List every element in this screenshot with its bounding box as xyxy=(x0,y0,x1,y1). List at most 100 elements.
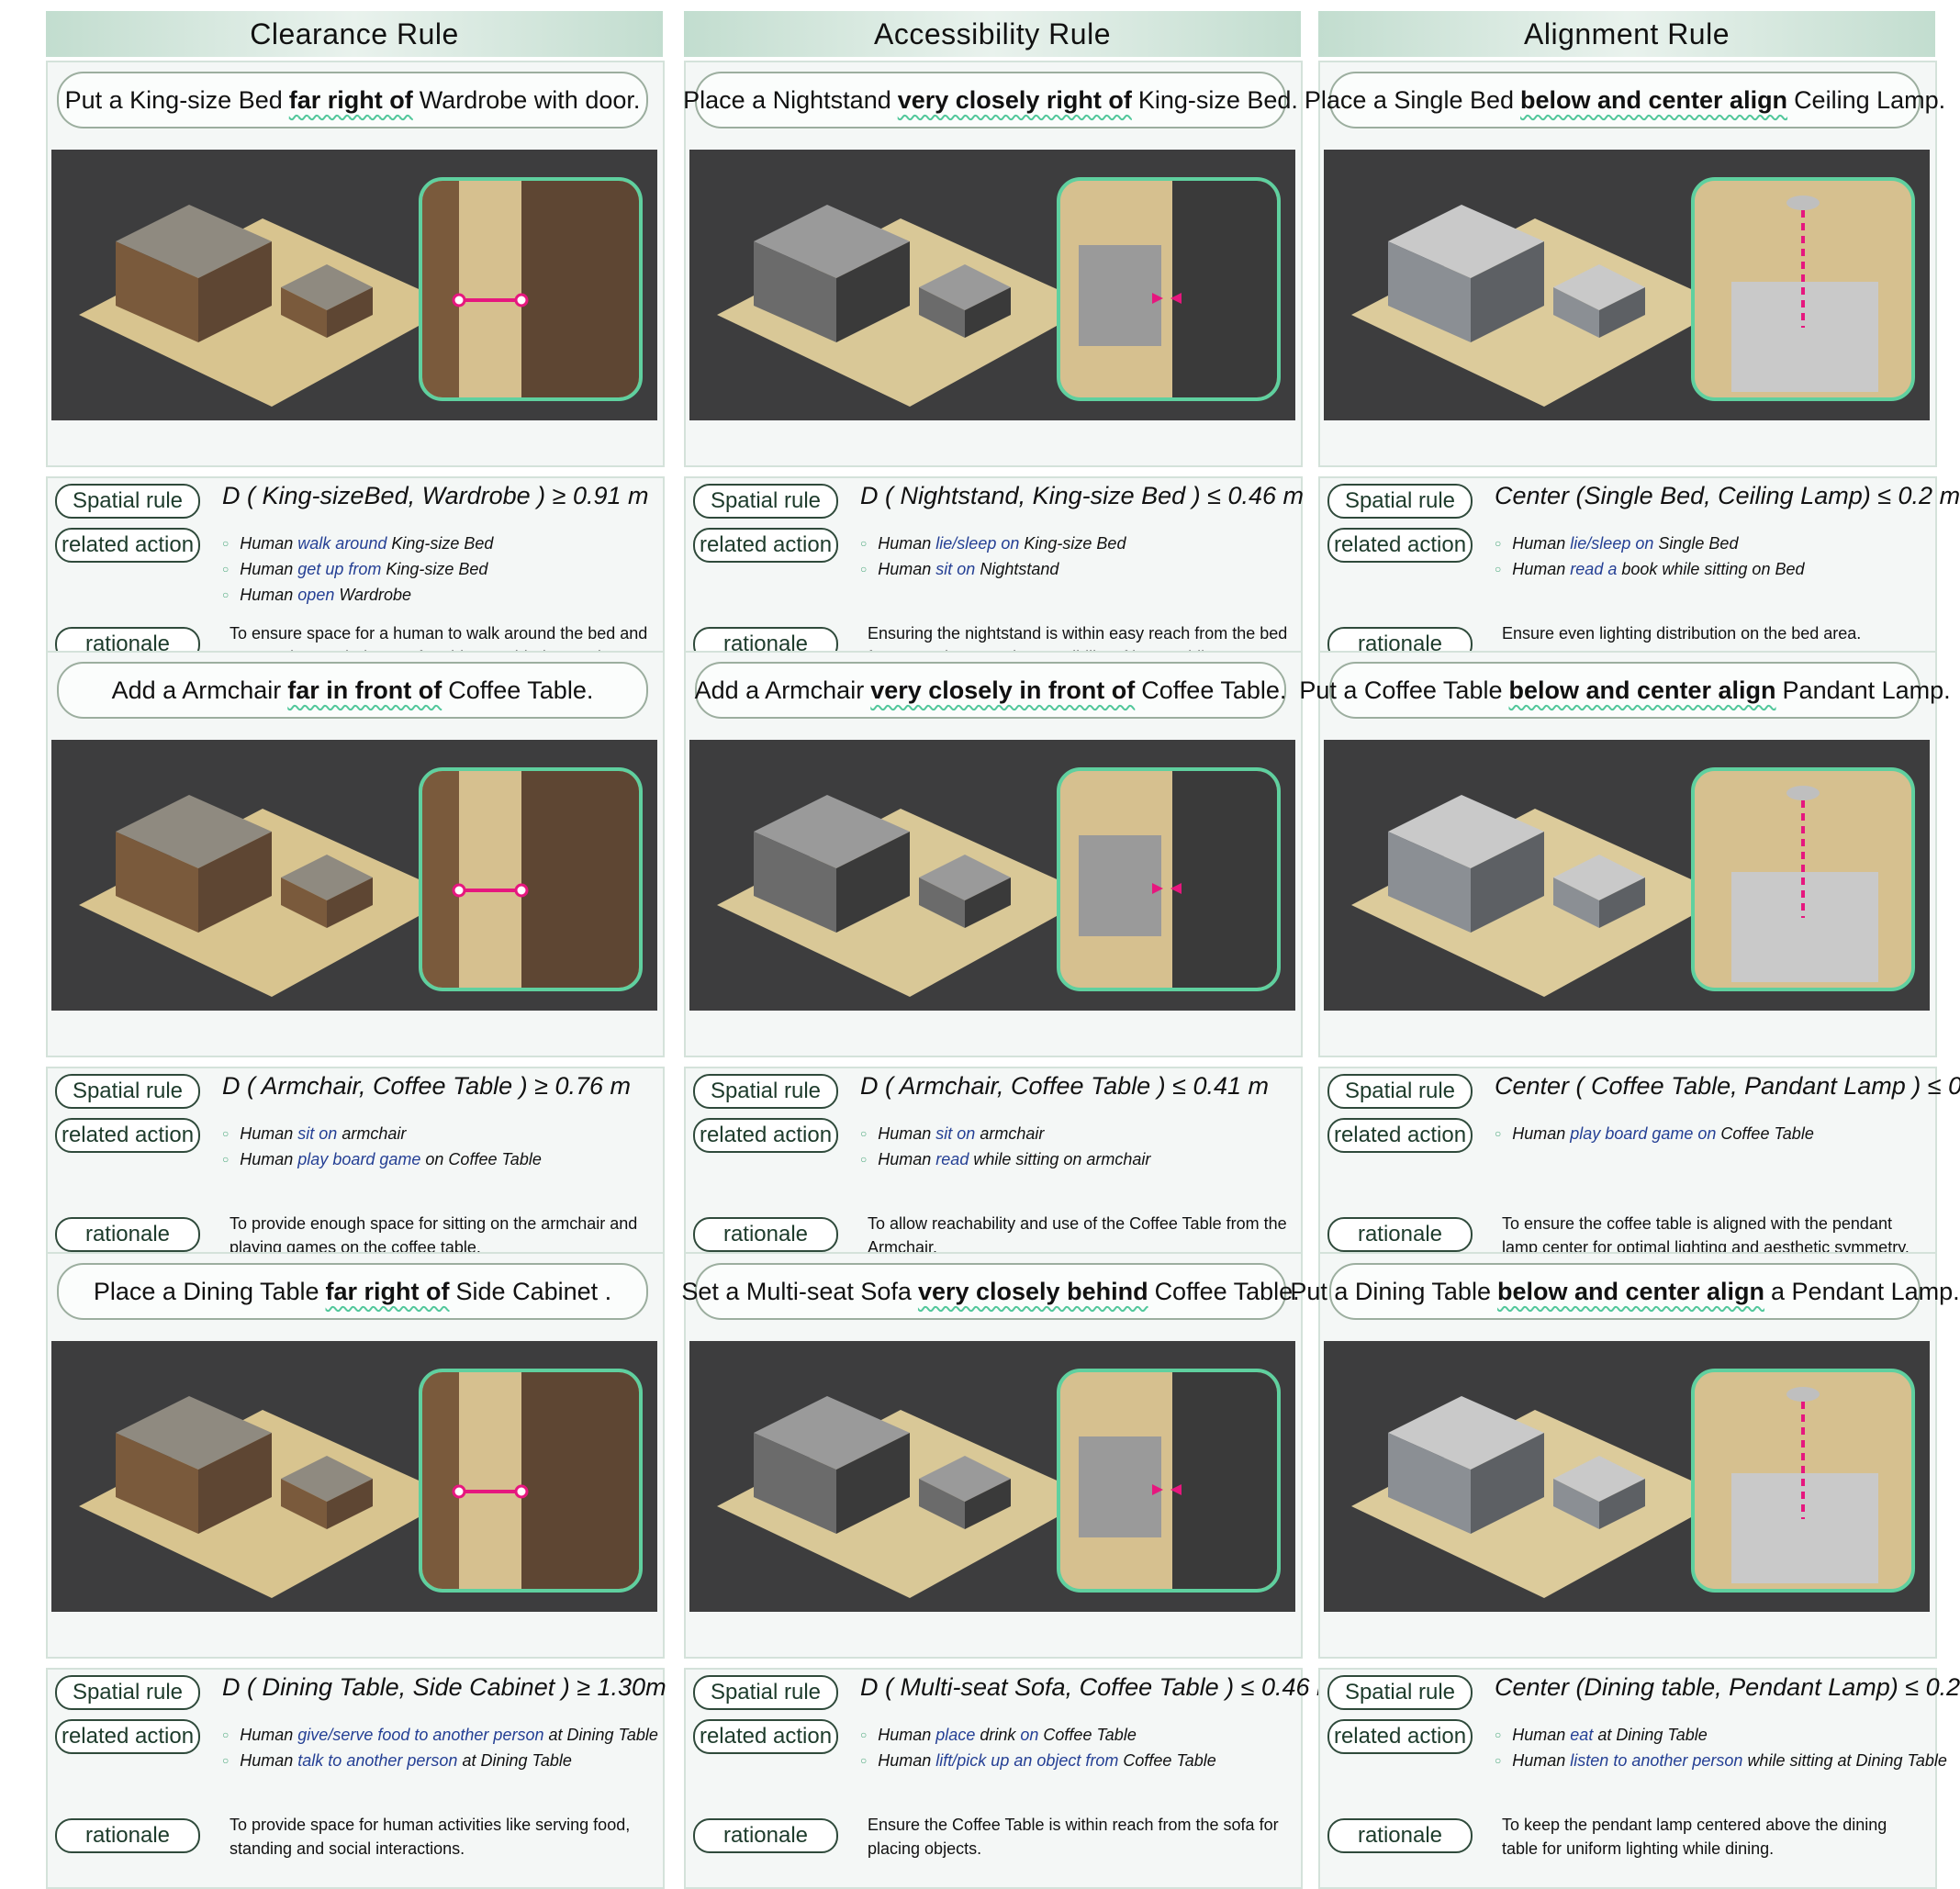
prompt-relation-keyword: below and center align xyxy=(1496,1277,1765,1305)
scene-panel: Place a Dining Table far right of Side Cab… xyxy=(46,1252,665,1659)
zoom-object-right xyxy=(1172,1372,1277,1589)
instruction-prompt: Set a Multi-seat Sofa very closely behind… xyxy=(681,1263,1300,1320)
prompt-object-text: Place a Nightstand xyxy=(683,85,891,114)
rule-card: Put a King-size Bed far right of Wardrobe … xyxy=(46,61,665,698)
action-subject: Human xyxy=(878,1124,932,1143)
spatial-rule-formula: D ( King-sizeBed, Wardrobe ) ≥ 0.91 m xyxy=(222,482,649,509)
spatial-rule-tag: Spatial rule xyxy=(693,1074,838,1109)
zoom-object-right xyxy=(521,771,639,988)
related-action-item: Human read while sitting on armchair xyxy=(860,1147,1150,1173)
related-action-list: Human lie/sleep on King-size BedHuman si… xyxy=(860,531,1126,583)
column-header-alignment: Alignment Rule xyxy=(1318,11,1935,57)
related-action-item: Human give/serve food to another person … xyxy=(222,1723,658,1749)
action-verb: lie/sleep on xyxy=(1570,534,1654,553)
prompt-object-text: Put a King-size Bed xyxy=(64,85,283,114)
action-verb: place xyxy=(935,1726,976,1744)
action-subject: Human xyxy=(240,586,294,604)
zoom-object-right xyxy=(1172,771,1277,988)
related-action-item: Human place drink on Coffee Table xyxy=(860,1723,1216,1749)
prompt-reference-text: Coffee Table. xyxy=(448,676,594,704)
instruction-prompt: Place a Single Bed below and center align… xyxy=(1305,72,1945,129)
zoom-inset xyxy=(1691,767,1915,991)
zoom-object-right xyxy=(521,181,639,397)
lamp-shape xyxy=(1786,196,1820,210)
zoom-drawing xyxy=(1060,181,1277,397)
zoom-drawing xyxy=(1060,1372,1277,1589)
rationale-tag: rationale xyxy=(55,1818,200,1853)
action-verb: open xyxy=(297,586,335,604)
action-object: book while sitting on Bed xyxy=(1621,560,1805,578)
action-subject: Human xyxy=(1512,534,1566,553)
action-verb: listen to another person xyxy=(1570,1751,1743,1770)
zoom-inset xyxy=(1057,177,1281,401)
action-subject: Human xyxy=(878,534,932,553)
scene-render xyxy=(51,740,657,1011)
scene-panel: Set a Multi-seat Sofa very closely behind… xyxy=(681,1252,1303,1659)
spatial-rule-formula: D ( Nightstand, King-size Bed ) ≤ 0.46 m xyxy=(860,482,1305,509)
scene-render xyxy=(1324,150,1930,420)
action-verb: read a xyxy=(1570,560,1618,578)
scene-panel: Put a Dining Table below and center align… xyxy=(1290,1252,1960,1659)
spatial-rule-formula: D ( Dining Table, Side Cabinet ) ≥ 1.30m xyxy=(222,1673,666,1701)
action-verb: give/serve food to another person xyxy=(297,1726,544,1744)
zoom-object-right xyxy=(521,1372,639,1589)
spatial-rule-tag: Spatial rule xyxy=(1327,484,1473,519)
zoom-inset xyxy=(1057,1369,1281,1593)
action-verb: sit on xyxy=(297,1124,338,1143)
action-verb: get up from xyxy=(297,560,382,578)
scene-render xyxy=(689,1341,1295,1612)
rationale-tag: rationale xyxy=(1327,1818,1473,1853)
action-verb: read xyxy=(935,1150,969,1168)
instruction-prompt: Add a Armchair very closely in front of Co… xyxy=(695,662,1286,719)
action-object: while sitting at Dining Table xyxy=(1747,1751,1947,1770)
action-verb: lift/pick up an object from xyxy=(935,1751,1119,1770)
zoom-drawing xyxy=(422,181,639,397)
zoom-object-left xyxy=(422,1372,459,1589)
distance-marker-end xyxy=(514,1484,529,1499)
action-verb: play board game on xyxy=(1570,1124,1717,1143)
rule-card: Add a Armchair very closely in front of Co… xyxy=(684,651,1303,1288)
prompt-relation-keyword: far in front of xyxy=(287,676,442,704)
action-subject: Human xyxy=(878,560,932,578)
action-subject: Human xyxy=(240,560,294,578)
scene-panel: Put a Coffee Table below and center align… xyxy=(1299,651,1951,1057)
scene-panel: Place a Single Bed below and center align… xyxy=(1305,61,1945,467)
related-action-item: Human talk to another person at Dining T… xyxy=(222,1749,658,1774)
spatial-rule-tag: Spatial rule xyxy=(693,484,838,519)
zoom-drawing xyxy=(422,771,639,988)
distance-marker-end xyxy=(514,293,529,307)
action-verb: eat xyxy=(1570,1726,1594,1744)
prompt-reference-text: Side Cabinet . xyxy=(455,1277,612,1305)
related-action-tag: related action xyxy=(693,1118,838,1153)
related-action-list: Human sit on armchairHuman play board ga… xyxy=(222,1122,542,1173)
zoom-inset xyxy=(419,177,643,401)
related-action-item: Human lift/pick up an object from Coffee… xyxy=(860,1749,1216,1774)
lamp-shape xyxy=(1786,786,1820,800)
zoom-object-left xyxy=(422,181,459,397)
scene-panel: Add a Armchair very closely in front of Co… xyxy=(684,651,1303,1057)
prompt-relation-keyword: very closely right of xyxy=(897,85,1132,114)
zoom-object-left xyxy=(1079,835,1161,936)
prompt-reference-text: Pandant Lamp. xyxy=(1782,676,1951,704)
related-action-tag: related action xyxy=(55,1719,200,1754)
prompt-relation-keyword: very closely in front of xyxy=(870,676,1136,704)
spatial-rule-formula: D ( Multi-seat Sofa, Coffee Table ) ≤ 0.… xyxy=(860,1673,1338,1701)
action-subject: Human xyxy=(240,534,294,553)
action-object: Nightstand xyxy=(980,560,1059,578)
prompt-reference-text: Coffee Table. xyxy=(1141,676,1287,704)
related-action-list: Human walk around King-size BedHuman get… xyxy=(222,531,493,609)
zoom-object xyxy=(1731,282,1878,392)
action-subject: Human xyxy=(1512,1124,1566,1143)
related-action-tag: related action xyxy=(55,528,200,563)
scene-panel: Put a King-size Bed far right of Wardrobe … xyxy=(46,61,665,467)
action-object: armchair xyxy=(980,1124,1045,1143)
related-action-item: Human sit on armchair xyxy=(860,1122,1150,1147)
rationale-text: Ensure the Coffee Table is within reach … xyxy=(868,1816,1279,1858)
zoom-drawing xyxy=(1695,1372,1911,1589)
zoom-inset xyxy=(419,1369,643,1593)
spatial-rule-formula: Center (Dining table, Pendant Lamp) ≤ 0.… xyxy=(1495,1673,1960,1701)
related-action-item: Human open Wardrobe xyxy=(222,583,493,609)
related-action-item: Human eat at Dining Table xyxy=(1495,1723,1947,1749)
prompt-object-text: Add a Armchair xyxy=(694,676,865,704)
action-object: armchair xyxy=(342,1124,407,1143)
